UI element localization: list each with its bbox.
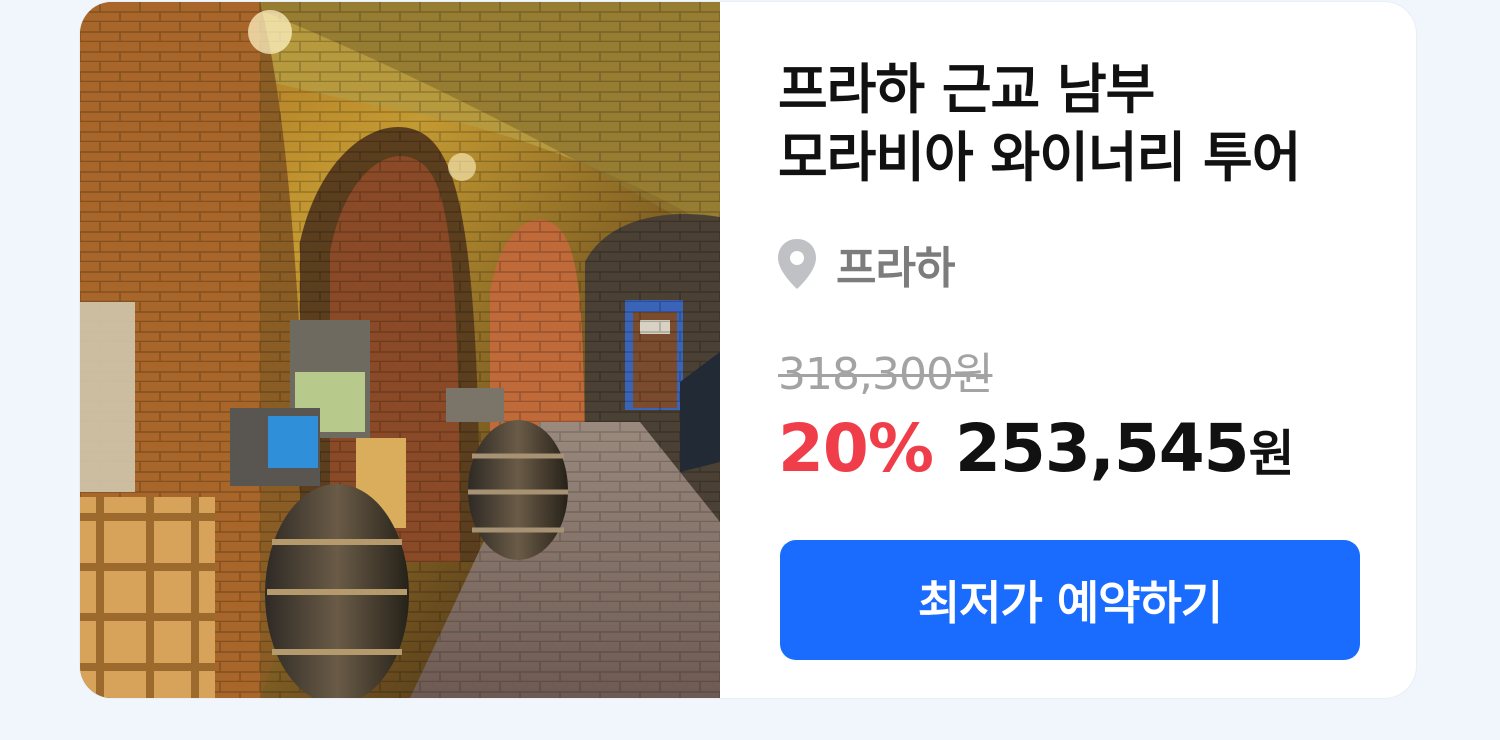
- product-title[interactable]: 프라하 근교 남부 모라비아 와이너리 투어: [778, 56, 1378, 192]
- product-card[interactable]: 프라하 근교 남부 모라비아 와이너리 투어 프라하 318,300원 20% …: [80, 2, 1416, 698]
- product-title-line-1: 프라하 근교 남부: [778, 58, 1155, 121]
- location-label: 프라하: [836, 243, 955, 294]
- book-lowest-price-button[interactable]: 최저가 예약하기: [780, 540, 1360, 660]
- product-image[interactable]: [80, 2, 720, 698]
- currency-label: 원: [1248, 425, 1295, 483]
- original-price: 318,300원: [778, 349, 993, 400]
- map-pin-icon: [776, 237, 818, 291]
- product-title-line-2: 모라비아 와이너리 투어: [778, 126, 1301, 189]
- discount-badge: 20%: [778, 410, 934, 487]
- sale-price: 253,545: [954, 410, 1250, 487]
- sale-price-row: 20% 253,545 원: [778, 410, 1295, 487]
- wine-cellar-photo: [80, 2, 720, 698]
- product-location: 프라하: [776, 234, 955, 294]
- product-info: 프라하 근교 남부 모라비아 와이너리 투어 프라하 318,300원 20% …: [720, 2, 1416, 698]
